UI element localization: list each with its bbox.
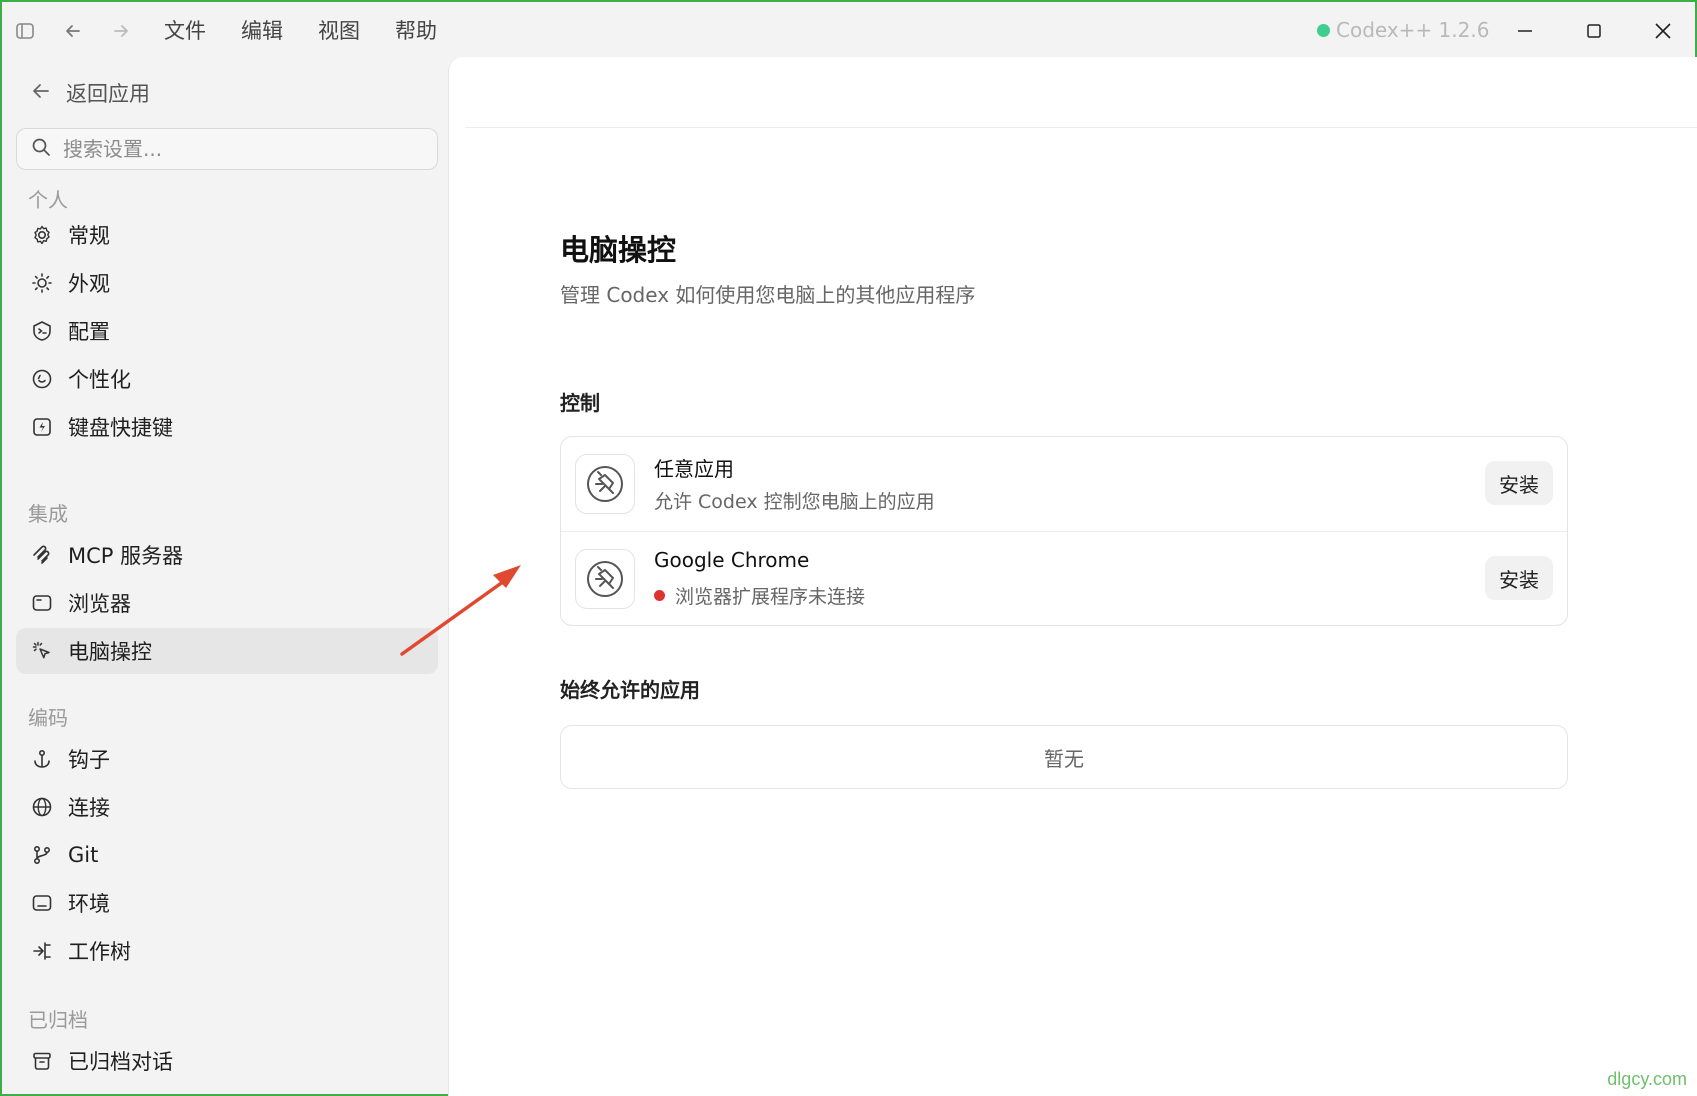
search-icon — [31, 137, 51, 161]
sidebar-item-label: 已归档对话 — [68, 1050, 173, 1074]
shield-terminal-icon — [30, 319, 54, 343]
header-divider — [465, 127, 1697, 128]
sidebar-item-label: 工作树 — [68, 940, 131, 964]
menu-view[interactable]: 视图 — [318, 16, 395, 46]
section-personal: 个人 — [28, 188, 68, 212]
row-description-text: 浏览器扩展程序未连接 — [675, 586, 866, 608]
sun-icon — [30, 271, 54, 295]
monitor-icon — [30, 891, 54, 915]
gear-icon — [30, 223, 54, 247]
control-row-google-chrome: Google Chrome 浏览器扩展程序未连接 安装 — [561, 531, 1567, 625]
app-window: 文件 编辑 视图 帮助 Codex++ 1.2.6 返回应用 搜索设置... 个… — [0, 0, 1697, 1096]
section-coding: 编码 — [28, 706, 68, 730]
close-button[interactable] — [1648, 16, 1678, 46]
sidebar-item-connections[interactable]: 连接 — [16, 784, 438, 830]
control-list: 任意应用 允许 Codex 控制您电脑上的应用 安装 Google Chrome… — [560, 436, 1568, 626]
sidebar-item-browser[interactable]: 浏览器 — [16, 580, 438, 626]
sidebar-item-worktree[interactable]: 工作树 — [16, 928, 438, 974]
section-integration: 集成 — [28, 502, 68, 526]
watermark: dlgcy.com — [1607, 1069, 1687, 1089]
sidebar-item-mcp[interactable]: MCP 服务器 — [16, 532, 438, 578]
globe-icon — [30, 795, 54, 819]
minimize-button[interactable] — [1510, 16, 1540, 46]
keyboard-bolt-icon — [30, 415, 54, 439]
sidebar-item-label: 配置 — [68, 320, 110, 344]
settings-search[interactable] — [16, 128, 438, 170]
plug-disconnected-icon — [575, 454, 635, 514]
sidebar-item-label: MCP 服务器 — [68, 544, 184, 568]
sidebar-item-computer-control[interactable]: 电脑操控 — [16, 628, 438, 674]
sidebar-item-label: Git — [68, 843, 99, 867]
sidebar-item-personalize[interactable]: 个性化 — [16, 356, 438, 402]
sidebar-item-hooks[interactable]: 钩子 — [16, 736, 438, 782]
maximize-button[interactable] — [1579, 16, 1609, 46]
git-branch-icon — [30, 843, 54, 867]
sidebar-item-archived-chats[interactable]: 已归档对话 — [16, 1038, 438, 1084]
row-description: 浏览器扩展程序未连接 — [654, 582, 865, 609]
search-input[interactable] — [63, 137, 403, 161]
always-allowed-empty-state: 暂无 — [560, 725, 1568, 789]
app-version-label: Codex++ 1.2.6 — [1336, 18, 1490, 42]
status-dot-icon — [654, 590, 665, 601]
section-archived: 已归档 — [28, 1008, 88, 1032]
archive-box-icon — [30, 1049, 54, 1073]
sidebar-toggle-icon[interactable] — [12, 18, 38, 44]
title-bar: 文件 编辑 视图 帮助 Codex++ 1.2.6 — [2, 2, 1695, 60]
sidebar-item-label: 钩子 — [68, 748, 110, 772]
smile-circle-icon — [30, 367, 54, 391]
app-version-badge: Codex++ 1.2.6 — [1317, 18, 1489, 42]
page-subtitle: 管理 Codex 如何使用您电脑上的其他应用程序 — [560, 283, 976, 307]
control-section-title: 控制 — [560, 391, 600, 415]
menu-bar: 文件 编辑 视图 帮助 — [164, 16, 472, 46]
menu-help[interactable]: 帮助 — [395, 16, 472, 46]
control-row-any-app: 任意应用 允许 Codex 控制您电脑上的应用 安装 — [561, 437, 1567, 531]
sidebar-item-git[interactable]: Git — [16, 832, 438, 878]
row-title: Google Chrome — [654, 548, 810, 572]
sidebar-item-label: 键盘快捷键 — [68, 416, 173, 440]
sidebar-item-environment[interactable]: 环境 — [16, 880, 438, 926]
menu-file[interactable]: 文件 — [164, 16, 241, 46]
settings-sidebar: 返回应用 个人 常规 外观 配置 — [4, 60, 448, 1096]
row-description: 允许 Codex 控制您电脑上的应用 — [654, 487, 935, 514]
back-label: 返回应用 — [66, 82, 150, 106]
row-title: 任意应用 — [654, 457, 734, 481]
sidebar-item-label: 浏览器 — [68, 592, 131, 616]
back-arrow-icon[interactable] — [60, 18, 86, 44]
install-button[interactable]: 安装 — [1485, 461, 1553, 505]
mcp-icon — [30, 543, 54, 567]
back-to-app-link[interactable]: 返回应用 — [30, 78, 150, 108]
sidebar-item-label: 外观 — [68, 272, 110, 296]
sidebar-item-label: 连接 — [68, 796, 110, 820]
arrow-left-icon — [30, 80, 52, 107]
plug-disconnected-icon — [575, 549, 635, 609]
page-title: 电脑操控 — [560, 233, 677, 267]
sidebar-item-label: 常规 — [68, 224, 110, 248]
worktree-icon — [30, 939, 54, 963]
status-dot-icon — [1317, 23, 1330, 37]
always-allowed-section-title: 始终允许的应用 — [560, 678, 700, 702]
menu-edit[interactable]: 编辑 — [241, 16, 318, 46]
sidebar-item-general[interactable]: 常规 — [16, 212, 438, 258]
sidebar-item-label: 个性化 — [68, 368, 131, 392]
cursor-click-icon — [30, 639, 54, 663]
sidebar-item-appearance[interactable]: 外观 — [16, 260, 438, 306]
browser-window-icon — [30, 591, 54, 615]
sidebar-item-config[interactable]: 配置 — [16, 308, 438, 354]
sidebar-item-label: 环境 — [68, 892, 110, 916]
sidebar-item-label: 电脑操控 — [68, 640, 152, 664]
settings-main-panel: 电脑操控 管理 Codex 如何使用您电脑上的其他应用程序 控制 任意应用 允许… — [448, 57, 1697, 1096]
row-description-text: 允许 Codex 控制您电脑上的应用 — [654, 491, 935, 513]
sidebar-item-shortcuts[interactable]: 键盘快捷键 — [16, 404, 438, 450]
anchor-icon — [30, 747, 54, 771]
install-button[interactable]: 安装 — [1485, 556, 1553, 600]
forward-arrow-icon[interactable] — [108, 18, 134, 44]
